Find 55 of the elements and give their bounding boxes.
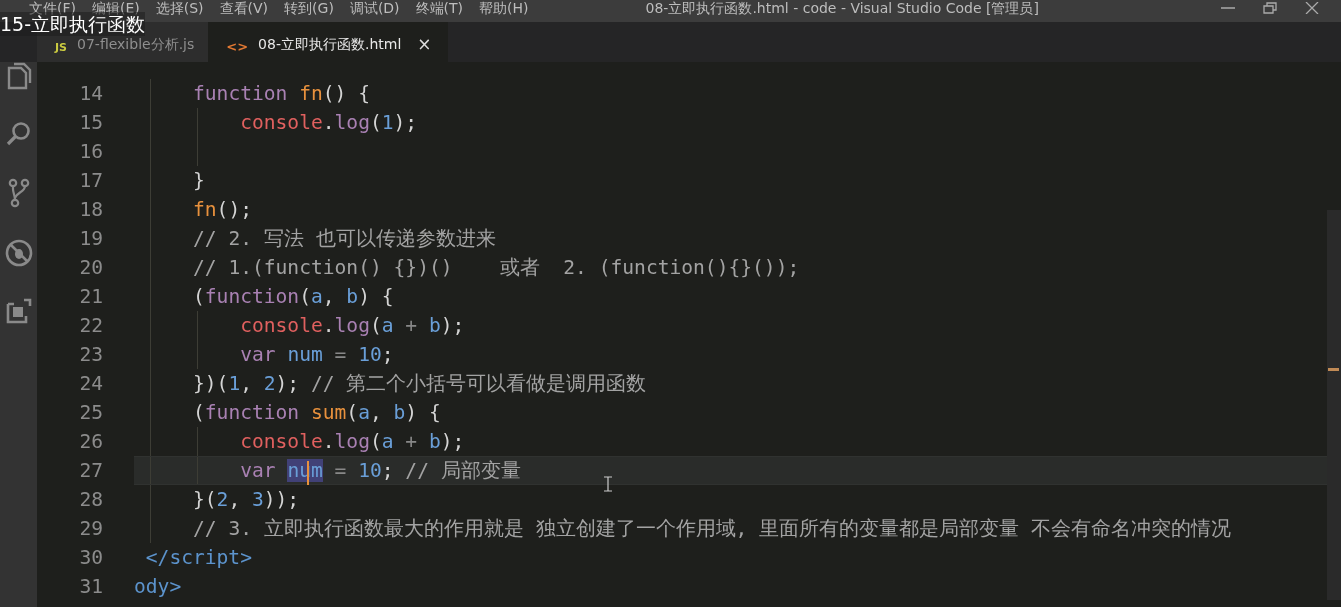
- line-number: 16: [78, 140, 104, 163]
- code-line: }(2, 3));: [192, 488, 300, 511]
- extensions-icon[interactable]: [5, 298, 32, 324]
- editor-tab[interactable]: <> 08-立即执行函数.html ×: [208, 22, 448, 62]
- code-line: console.log(a + b);: [239, 314, 465, 337]
- code-line: console.log(1);: [239, 111, 418, 134]
- line-number: 20: [78, 256, 104, 279]
- line-number: 19: [78, 227, 104, 250]
- line-number: 29: [78, 517, 104, 540]
- menu-item[interactable]: 转到(G): [277, 0, 341, 16]
- code-line: function fn() {: [192, 82, 370, 105]
- menu-item[interactable]: 查看(V): [212, 0, 276, 16]
- files-icon[interactable]: [5, 62, 32, 90]
- code-line: // 2. 写法 也可以传递参数进来: [192, 226, 496, 252]
- code-file-icon: <>: [226, 39, 249, 54]
- line-number: 28: [78, 488, 104, 511]
- line-number: 22: [78, 314, 104, 337]
- line-number: 21: [78, 285, 104, 308]
- code-line: var num = 10;: [239, 343, 394, 366]
- scrollbar[interactable]: [1327, 210, 1341, 600]
- line-number: 27: [78, 459, 104, 482]
- restore-icon[interactable]: [1263, 2, 1277, 14]
- code-line: // 3. 立即执行函数最大的作用就是 独立创建了一个作用域, 里面所有的变量都是局部变量 不会有命名冲突的情况: [192, 516, 1231, 542]
- menu-item[interactable]: 终端(T): [408, 0, 471, 16]
- menu-item[interactable]: 选择(S): [148, 0, 211, 16]
- line-number: 24: [78, 372, 104, 395]
- debug-icon[interactable]: [4, 239, 33, 267]
- line-number: 31: [78, 575, 104, 598]
- line-number: 14: [78, 82, 104, 105]
- source-control-icon[interactable]: [6, 178, 31, 208]
- code-line: ody>: [134, 575, 182, 598]
- code-line: fn();: [192, 198, 252, 221]
- text-cursor-icon: [604, 476, 612, 492]
- line-number: 17: [78, 169, 104, 192]
- menu-item[interactable]: 调试(D): [342, 0, 407, 16]
- line-number: 23: [78, 343, 104, 366]
- line-number: 30: [78, 546, 104, 569]
- close-icon[interactable]: ×: [417, 34, 432, 54]
- code-line: (function sum(a, b) {: [192, 401, 441, 424]
- close-icon[interactable]: [1305, 2, 1319, 14]
- line-number: 18: [78, 198, 104, 221]
- code-line: // 1.(function() {})() 或者 2. (function(){}());: [192, 255, 800, 281]
- line-number: 25: [78, 401, 104, 424]
- scroll-marker: [1328, 368, 1339, 371]
- line-number: 15: [78, 111, 104, 134]
- window-title: 08-立即执行函数.html - code - Visual Studio Code [管理员]: [644, 0, 1040, 16]
- code-line: }: [192, 169, 205, 192]
- js-file-icon: JS: [55, 41, 67, 54]
- search-icon[interactable]: [5, 121, 32, 147]
- line-number: 26: [78, 430, 104, 453]
- code-line: })(1, 2); // 第二个小括号可以看做是调用函数: [192, 371, 647, 397]
- menu-item[interactable]: 帮助(H): [472, 0, 536, 16]
- code-line: console.log(a + b);: [239, 430, 465, 453]
- code-line: (function(a, b) {: [192, 285, 394, 308]
- code-line: </script>: [144, 546, 252, 569]
